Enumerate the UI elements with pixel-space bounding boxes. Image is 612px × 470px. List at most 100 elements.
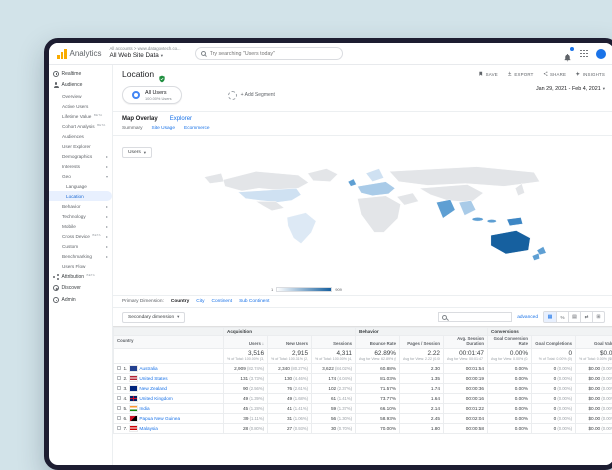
metric-cell: 1.80 xyxy=(400,423,444,433)
sidebar-item-users-flow[interactable]: Users Flow xyxy=(49,261,112,271)
view-comparison-icon[interactable] xyxy=(580,312,592,322)
sidebar-item-technology[interactable]: Technology xyxy=(49,211,112,221)
country-link[interactable]: Australia xyxy=(139,366,157,371)
column-header-goal-conversion-rate[interactable]: Goal Conversion Rate xyxy=(488,336,532,349)
sidebar-item-behavior[interactable]: Behavior xyxy=(49,201,112,211)
download-icon xyxy=(507,71,513,78)
metric-cell: 31 (1.06%) xyxy=(268,413,312,423)
primary-dimension-country[interactable]: Country xyxy=(171,299,189,304)
country-link[interactable]: Malaysia xyxy=(139,426,158,431)
row-checkbox[interactable] xyxy=(117,426,121,430)
sidebar-item-cohort-analysis[interactable]: Cohort AnalysisBETA xyxy=(49,121,112,131)
report-actions: SAVE EXPORT SHARE INSIGHTS xyxy=(478,71,605,78)
primary-dimension-sub-continent[interactable]: Sub Continent xyxy=(239,299,269,304)
subtab-site-usage[interactable]: Site Usage xyxy=(152,126,175,131)
row-checkbox[interactable] xyxy=(117,396,121,400)
export-button[interactable]: EXPORT xyxy=(507,71,534,78)
add-segment-button[interactable]: + Add Segment xyxy=(228,91,275,100)
row-checkbox[interactable] xyxy=(117,376,121,380)
legend-min: 1 xyxy=(271,287,273,292)
column-header-avg-session-duration[interactable]: Avg. Session Duration xyxy=(444,336,488,349)
column-header-goal-value[interactable]: Goal Value xyxy=(576,336,612,349)
sidebar-item-mobile[interactable]: Mobile xyxy=(49,221,112,231)
global-search[interactable] xyxy=(195,47,343,60)
view-performance-icon[interactable] xyxy=(568,312,580,322)
row-checkbox[interactable] xyxy=(117,386,121,390)
metric-selector[interactable]: Users xyxy=(122,147,152,158)
view-table-icon[interactable] xyxy=(544,312,556,322)
column-header-country[interactable]: Country xyxy=(114,336,224,349)
column-header-pages-session[interactable]: Pages / Session xyxy=(400,336,444,349)
sidebar-item-location[interactable]: Location xyxy=(49,191,112,201)
flag-icon-my xyxy=(130,426,137,431)
avatar[interactable] xyxy=(596,49,606,59)
sidebar-item-benchmarking[interactable]: Benchmarking xyxy=(49,251,112,261)
data-quality-shield-icon[interactable] xyxy=(158,70,166,78)
column-header-sessions[interactable]: Sessions xyxy=(312,336,356,349)
country-link[interactable]: India xyxy=(139,406,149,411)
analytics-logo-icon[interactable] xyxy=(57,49,67,59)
sidebar-item-lifetime-value[interactable]: Lifetime ValueBETA xyxy=(49,111,112,121)
metric-cell: 56 (1.30%) xyxy=(312,413,356,423)
column-header-bounce-rate[interactable]: Bounce Rate xyxy=(356,336,400,349)
metric-cell: 60.88% xyxy=(356,363,400,373)
save-button[interactable]: SAVE xyxy=(478,71,498,78)
notifications-bell-icon[interactable] xyxy=(563,49,572,58)
sidebar-item-language[interactable]: Language xyxy=(49,181,112,191)
country-link[interactable]: United Kingdom xyxy=(139,396,172,401)
sidebar-item-custom[interactable]: Custom xyxy=(49,241,112,251)
primary-dimension-continent[interactable]: Continent xyxy=(212,299,233,304)
metric-cell: 0.00% xyxy=(488,393,532,403)
view-pivot-icon[interactable] xyxy=(592,312,604,322)
metric-cell: 76 (2.61%) xyxy=(268,383,312,393)
table-row: 1.Australia2,909 (82.74%)2,340 (80.27%)3… xyxy=(114,363,612,373)
country-link[interactable]: United States xyxy=(139,376,167,381)
sidebar-item-audience[interactable]: Audience xyxy=(49,80,112,92)
sidebar-item-demographics[interactable]: Demographics xyxy=(49,151,112,161)
row-checkbox[interactable] xyxy=(117,406,121,410)
sidebar-item-geo[interactable]: Geo xyxy=(49,171,112,181)
sidebar-item-discover[interactable]: Discover xyxy=(49,283,112,295)
secondary-dimension-button[interactable]: Secondary dimension xyxy=(122,312,185,323)
column-header-new-users[interactable]: New Users xyxy=(268,336,312,349)
sidebar-item-user-explorer[interactable]: User Explorer xyxy=(49,141,112,151)
sidebar-item-realtime[interactable]: Realtime xyxy=(49,68,112,80)
map-country-united-states xyxy=(238,188,301,202)
search-input[interactable] xyxy=(210,51,337,57)
metric-cell: 0 (0.00%) xyxy=(532,363,576,373)
subtab-summary[interactable]: Summary xyxy=(122,126,143,131)
table-row: 5.India45 (1.28%)41 (1.41%)59 (1.37%)66.… xyxy=(114,403,612,413)
subtab-ecommerce[interactable]: Ecommerce xyxy=(184,126,210,131)
advanced-search-link[interactable]: advanced xyxy=(517,315,538,320)
sidebar-item-active-users[interactable]: Active Users xyxy=(49,101,112,111)
table-search-input[interactable] xyxy=(450,315,508,320)
primary-dimension-city[interactable]: City xyxy=(196,299,204,304)
column-header-goal-completions[interactable]: Goal Completions xyxy=(532,336,576,349)
table-body: 3,516% of Total: 100.00% (3,516)2,915% o… xyxy=(114,348,612,433)
account-picker[interactable]: All accounts > www.datagovtech.co... All… xyxy=(110,47,181,59)
group-header-empty xyxy=(114,328,224,336)
insights-button[interactable]: INSIGHTS xyxy=(575,71,605,78)
sidebar-item-audiences[interactable]: Audiences xyxy=(49,131,112,141)
table-search[interactable] xyxy=(438,312,512,322)
view-percentage-icon[interactable] xyxy=(556,312,568,322)
sidebar-item-cross-device[interactable]: Cross DeviceBETA xyxy=(49,231,112,241)
sidebar-item-interests[interactable]: Interests xyxy=(49,161,112,171)
segment-detail: 100.00% Users xyxy=(145,96,172,101)
property-selector[interactable]: All Web Site Data xyxy=(110,52,181,59)
map-country-papua-new-guinea xyxy=(506,217,522,225)
segment-chip-all-users[interactable]: All Users 100.00% Users xyxy=(122,86,182,104)
sidebar-item-overview[interactable]: Overview xyxy=(49,91,112,101)
column-header-users[interactable]: Users xyxy=(224,336,268,349)
apps-grid-icon[interactable] xyxy=(580,50,588,58)
sidebar-item-attribution[interactable]: AttributionBETA xyxy=(49,271,112,283)
row-checkbox[interactable] xyxy=(117,366,121,370)
share-button[interactable]: SHARE xyxy=(543,71,567,78)
world-map[interactable] xyxy=(113,160,612,286)
sidebar-item-admin[interactable]: Admin xyxy=(49,294,112,306)
tab-map-overlay[interactable]: Map Overlay xyxy=(122,116,158,122)
country-link[interactable]: New Zealand xyxy=(139,386,167,391)
tab-explorer[interactable]: Explorer xyxy=(170,116,192,122)
metric-cell: 00:00:16 xyxy=(444,393,488,403)
date-range-picker[interactable]: Jan 29, 2021 - Feb 4, 2021 xyxy=(536,86,605,92)
